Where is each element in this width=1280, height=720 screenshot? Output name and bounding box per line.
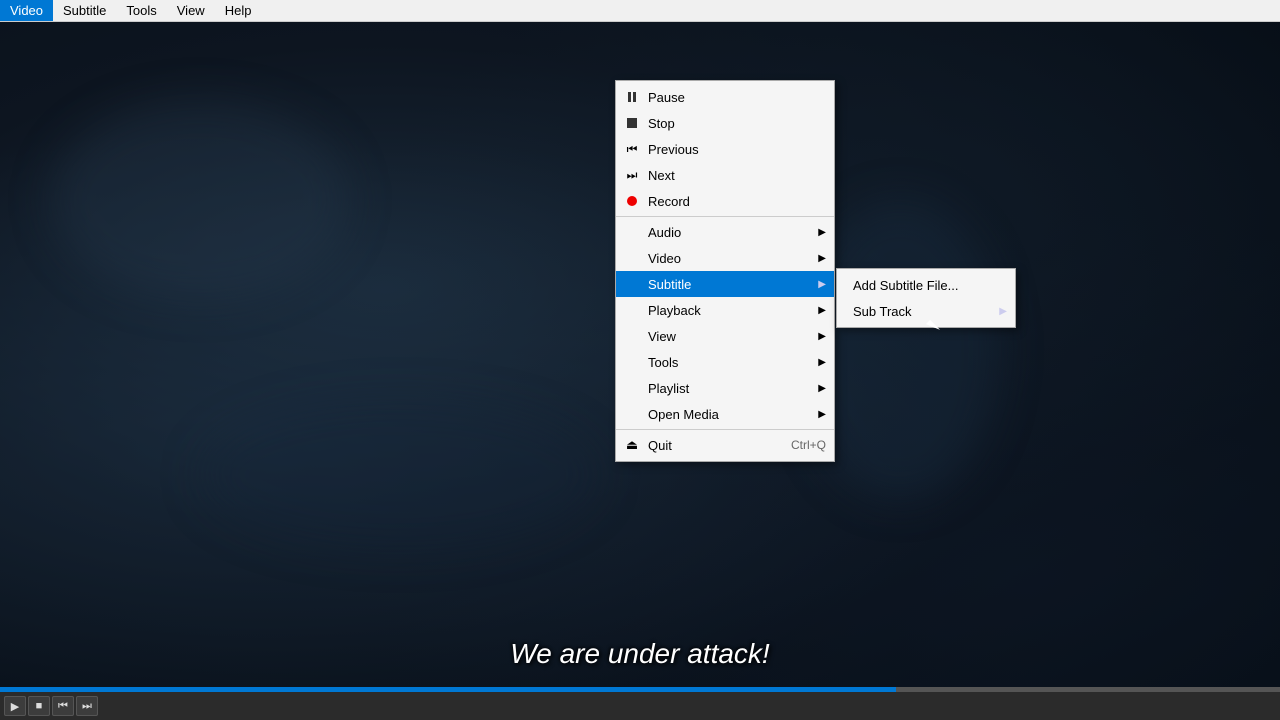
menu-item-subtitle[interactable]: Subtitle ▶ Add Subtitle File... Sub Trac… bbox=[616, 271, 834, 297]
menu-item-pause-label: Pause bbox=[648, 90, 685, 105]
menubar-item-tools[interactable]: Tools bbox=[116, 0, 166, 21]
menu-separator-2 bbox=[616, 429, 834, 430]
sub-track-arrow-icon: ▶ bbox=[999, 306, 1007, 317]
playlist-arrow-icon: ▶ bbox=[818, 383, 826, 394]
menu-item-view-label: View bbox=[648, 329, 676, 344]
menubar-item-view[interactable]: View bbox=[167, 0, 215, 21]
menu-item-video-label: Video bbox=[648, 251, 681, 266]
menu-item-playback[interactable]: Playback ▶ bbox=[616, 297, 834, 323]
submenu-item-sub-track[interactable]: Sub Track ▶ bbox=[837, 298, 1015, 324]
view-arrow-icon: ▶ bbox=[818, 331, 826, 342]
menu-item-audio[interactable]: Audio ▶ bbox=[616, 219, 834, 245]
submenu-sub-track-label: Sub Track bbox=[853, 304, 912, 319]
menu-item-subtitle-label: Subtitle bbox=[648, 277, 691, 292]
subtitle-overlay: We are under attack! bbox=[0, 638, 1280, 670]
prev-button[interactable]: ⏮ bbox=[52, 696, 74, 716]
menu-item-next[interactable]: ⏭ Next bbox=[616, 162, 834, 188]
menu-item-tools[interactable]: Tools ▶ bbox=[616, 349, 834, 375]
quit-shortcut: Ctrl+Q bbox=[791, 438, 826, 452]
menu-item-playback-label: Playback bbox=[648, 303, 701, 318]
menu-item-playlist[interactable]: Playlist ▶ bbox=[616, 375, 834, 401]
video-arrow-icon: ▶ bbox=[818, 253, 826, 264]
submenu-item-add-subtitle[interactable]: Add Subtitle File... bbox=[837, 272, 1015, 298]
menu-item-next-label: Next bbox=[648, 168, 675, 183]
menu-item-view[interactable]: View ▶ bbox=[616, 323, 834, 349]
menu-item-stop[interactable]: Stop bbox=[616, 110, 834, 136]
next-button[interactable]: ⏭ bbox=[76, 696, 98, 716]
menu-item-video[interactable]: Video ▶ bbox=[616, 245, 834, 271]
menubar-item-help[interactable]: Help bbox=[215, 0, 262, 21]
menubar-item-video[interactable]: Video bbox=[0, 0, 53, 21]
pause-icon bbox=[624, 92, 640, 102]
tools-arrow-icon: ▶ bbox=[818, 357, 826, 368]
menu-item-previous[interactable]: ⏮ Previous bbox=[616, 136, 834, 162]
stop-button[interactable]: ■ bbox=[28, 696, 50, 716]
play-pause-button[interactable]: ▶ bbox=[4, 696, 26, 716]
stop-icon bbox=[624, 118, 640, 128]
menu-item-quit-label: Quit bbox=[648, 438, 672, 453]
skip-prev-icon: ⏮ bbox=[624, 142, 640, 157]
menu-item-record[interactable]: Record bbox=[616, 188, 834, 214]
subtitle-arrow-icon: ▶ bbox=[818, 279, 826, 290]
menu-item-audio-label: Audio bbox=[648, 225, 681, 240]
menu-item-pause[interactable]: Pause bbox=[616, 84, 834, 110]
skip-next-icon: ⏭ bbox=[624, 168, 640, 183]
menu-item-previous-label: Previous bbox=[648, 142, 699, 157]
menu-item-quit[interactable]: ⏏ Quit Ctrl+Q bbox=[616, 432, 834, 458]
controls-bar: ▶ ■ ⏮ ⏭ bbox=[0, 692, 1280, 720]
menu-item-record-label: Record bbox=[648, 194, 690, 209]
quit-icon: ⏏ bbox=[624, 437, 640, 453]
submenu-add-subtitle-label: Add Subtitle File... bbox=[853, 278, 959, 293]
menu-item-tools-label: Tools bbox=[648, 355, 678, 370]
playback-arrow-icon: ▶ bbox=[818, 305, 826, 316]
context-menu: Pause Stop ⏮ Previous ⏭ Next Record Audi… bbox=[615, 80, 835, 462]
menu-item-open-media-label: Open Media bbox=[648, 407, 719, 422]
menu-separator-1 bbox=[616, 216, 834, 217]
menubar-item-subtitle[interactable]: Subtitle bbox=[53, 0, 116, 21]
menu-item-open-media[interactable]: Open Media ▶ bbox=[616, 401, 834, 427]
menu-item-stop-label: Stop bbox=[648, 116, 675, 131]
audio-arrow-icon: ▶ bbox=[818, 227, 826, 238]
menu-item-playlist-label: Playlist bbox=[648, 381, 689, 396]
menubar: Video Subtitle Tools View Help bbox=[0, 0, 1280, 22]
open-media-arrow-icon: ▶ bbox=[818, 409, 826, 420]
record-icon bbox=[624, 196, 640, 206]
subtitle-submenu: Add Subtitle File... Sub Track ▶ bbox=[836, 268, 1016, 328]
